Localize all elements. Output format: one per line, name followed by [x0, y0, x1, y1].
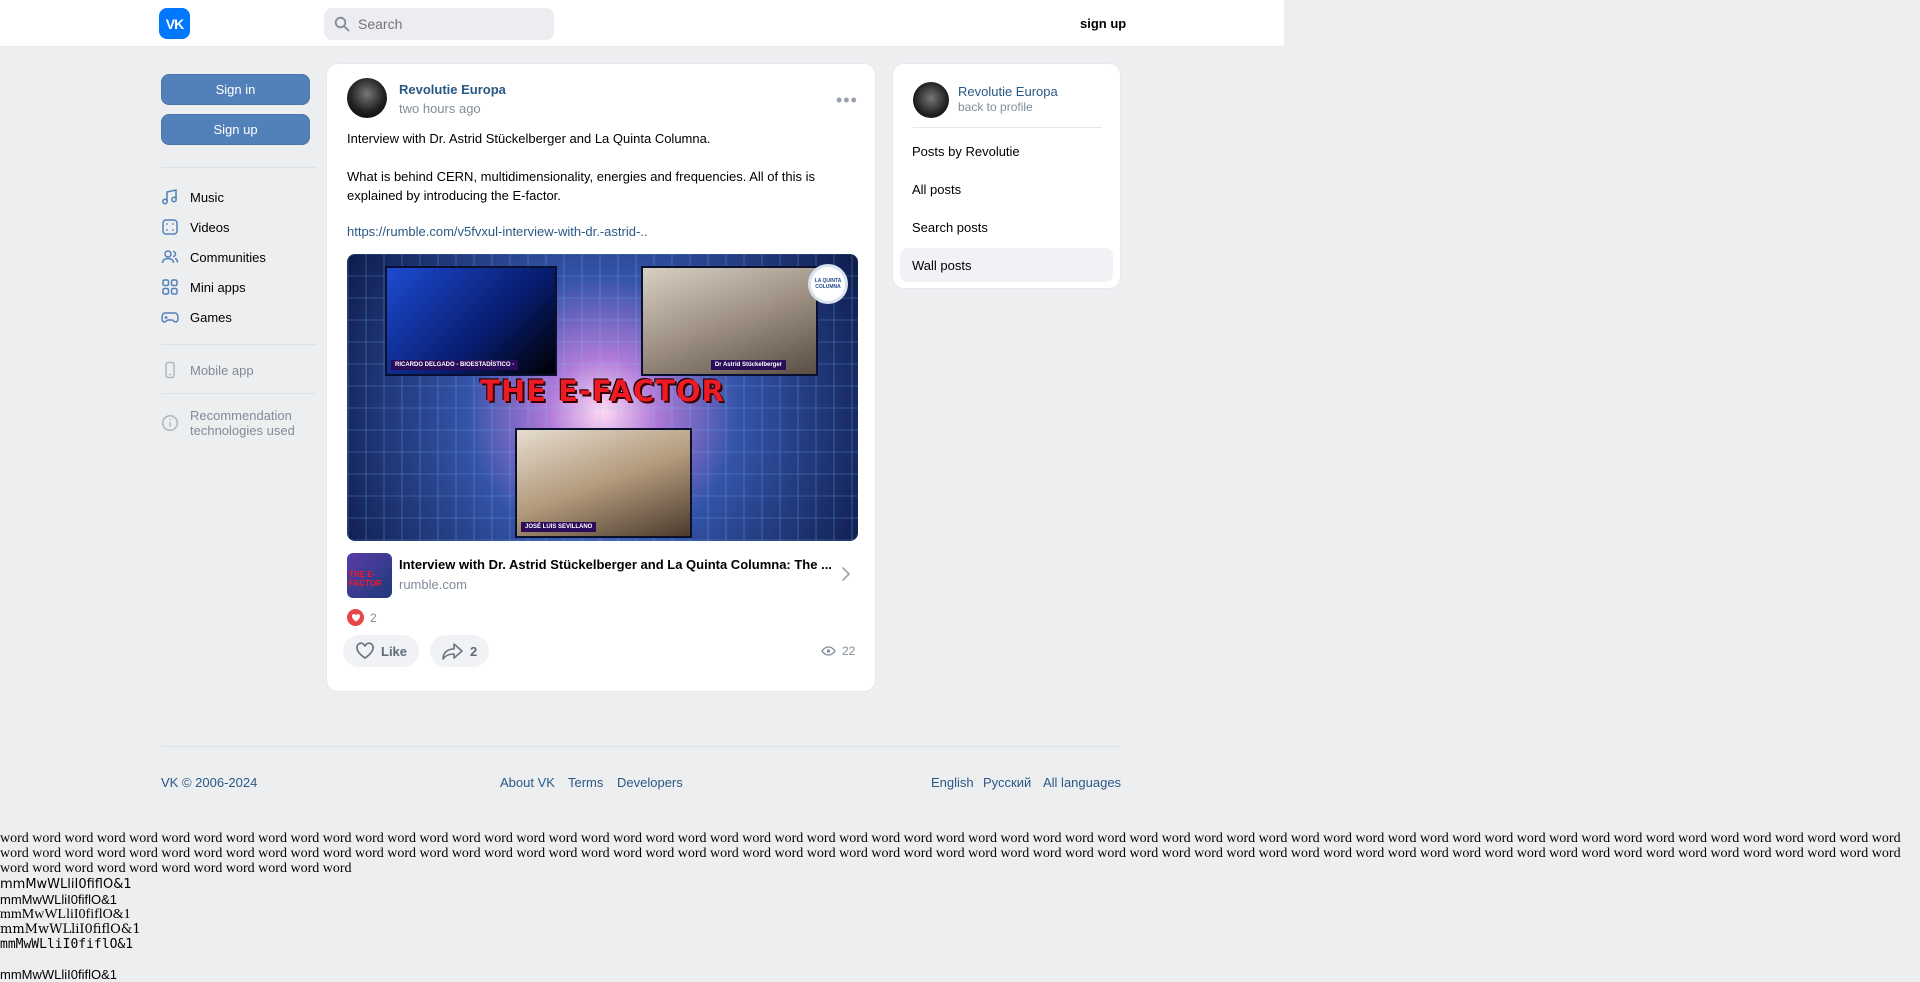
heart-icon	[356, 642, 374, 660]
font-sample: mmMwWLliI0fiflO&1	[0, 907, 131, 922]
search-box[interactable]	[324, 8, 554, 40]
footer-developers-link[interactable]: Developers	[617, 775, 683, 790]
search-input[interactable]	[358, 16, 538, 32]
signup-link[interactable]: sign up	[1080, 16, 1126, 31]
sidebar-item-label: Communities	[190, 249, 266, 265]
post-paragraph: What is behind CERN, multidimensionality…	[347, 169, 815, 203]
gamepad-icon	[161, 312, 179, 323]
footer-about-link[interactable]: About VK	[500, 775, 555, 790]
sidebar-item-music[interactable]: Music	[161, 188, 224, 206]
mini-apps-icon	[162, 279, 178, 295]
views-counter: 22	[821, 644, 855, 658]
font-sample: mmMwWLliI0fiflO&1	[0, 967, 118, 982]
profile-name[interactable]: Revolutie Europa	[958, 84, 1058, 99]
video-icon	[162, 219, 178, 235]
communities-icon	[161, 250, 179, 264]
footer-all-languages-link[interactable]: All languages	[1043, 775, 1121, 790]
menu-item-search-posts[interactable]: Search posts	[900, 210, 1113, 244]
sidebar-item-label: Mobile app	[190, 362, 254, 378]
right-panel: Revolutie Europa back to profile Posts b…	[892, 63, 1121, 289]
post-paragraph: Interview with Dr. Astrid Stückelberger …	[347, 131, 711, 146]
post-author[interactable]: Revolutie Europa	[399, 82, 506, 97]
video-tile: Dr Astrid Stückelberger	[641, 266, 818, 376]
measure-words: word word word word word word word word …	[0, 831, 1901, 876]
eye-icon	[821, 646, 836, 656]
sign-up-button[interactable]: Sign up	[161, 114, 310, 145]
link-preview[interactable]: THE E-FACTOR Interview with Dr. Astrid S…	[347, 553, 858, 598]
video-tile: RICARDO DELGADO - BIOESTADÍSTICO -	[385, 266, 557, 376]
heart-reaction-icon	[347, 609, 364, 626]
link-thumbnail: THE E-FACTOR	[347, 553, 392, 598]
font-sample: mmMwWLliI0fiflO&1	[0, 892, 118, 907]
font-sample: mmMwWLliI0fiflO&1	[0, 937, 134, 952]
top-header: VK sign up	[0, 0, 1284, 47]
search-icon	[334, 16, 350, 32]
video-caption: JOSÉ LUIS SEVILLANO	[521, 522, 597, 532]
vk-logo[interactable]: VK	[159, 8, 190, 39]
sidebar-divider	[161, 393, 316, 394]
author-avatar[interactable]	[347, 78, 387, 118]
font-sample: mmMwWLliI0fiflO&1	[0, 877, 132, 892]
video-caption: RICARDO DELGADO - BIOESTADÍSTICO -	[391, 360, 519, 370]
sidebar-item-label: Games	[190, 309, 232, 325]
post-text: Interview with Dr. Astrid Stückelberger …	[347, 129, 847, 224]
sidebar-item-mobile-app[interactable]: Mobile app	[161, 361, 254, 379]
music-icon	[162, 189, 177, 205]
post-card: Revolutie Europa two hours ago ••• Inter…	[326, 63, 876, 692]
sidebar-item-videos[interactable]: Videos	[161, 218, 230, 236]
info-icon	[161, 414, 179, 432]
footer-terms-link[interactable]: Terms	[568, 775, 603, 790]
sidebar-item-recommendation[interactable]: Recommendation technologies used	[161, 408, 295, 438]
media-headline: THE E-FACTOR	[480, 374, 725, 408]
like-label: Like	[381, 643, 408, 659]
panel-divider	[913, 127, 1102, 128]
phone-icon	[165, 361, 175, 379]
video-tile: JOSÉ LUIS SEVILLANO	[515, 428, 692, 538]
like-button[interactable]: Like	[343, 635, 420, 667]
profile-avatar[interactable]	[913, 82, 949, 118]
sidebar-divider	[161, 344, 316, 345]
share-count: 2	[470, 643, 478, 659]
footer-russian-link[interactable]: Русский	[983, 775, 1031, 790]
font-sample: mmMwWLliI0fiflO&1	[0, 922, 141, 937]
menu-item-wall-posts[interactable]: Wall posts	[900, 248, 1113, 282]
sidebar-item-label: Mini apps	[190, 279, 246, 295]
footer-english-link[interactable]: English	[931, 775, 974, 790]
footer-copyright: VK © 2006-2024	[161, 775, 258, 790]
thumb-text: THE E-FACTOR	[349, 570, 382, 588]
sidebar-item-label: Videos	[190, 219, 230, 235]
chevron-right-icon	[842, 567, 851, 581]
channel-logo: LA QUINTA COLUMNA	[808, 264, 848, 304]
post-media-image[interactable]: RICARDO DELGADO - BIOESTADÍSTICO - Dr As…	[347, 254, 858, 541]
video-caption: Dr Astrid Stückelberger	[710, 360, 786, 370]
footer-divider	[161, 746, 1121, 747]
menu-item-posts-by[interactable]: Posts by Revolutie	[900, 134, 1113, 168]
more-options-icon[interactable]: •••	[836, 90, 858, 111]
share-icon	[442, 643, 463, 660]
sign-in-button[interactable]: Sign in	[161, 74, 310, 105]
reactions-summary[interactable]: 2	[347, 609, 377, 626]
recommendation-text: Recommendation technologies used	[190, 408, 295, 438]
post-link[interactable]: https://rumble.com/v5fvxul-interview-wit…	[347, 224, 648, 239]
link-title: Interview with Dr. Astrid Stückelberger …	[399, 557, 832, 572]
sidebar-item-label: Music	[190, 189, 224, 205]
sidebar-item-games[interactable]: Games	[161, 308, 232, 326]
menu-item-all-posts[interactable]: All posts	[900, 172, 1113, 206]
sidebar-divider	[161, 167, 316, 168]
link-domain: rumble.com	[399, 577, 467, 592]
share-button[interactable]: 2	[430, 635, 490, 667]
views-count: 22	[842, 644, 856, 658]
sidebar-item-communities[interactable]: Communities	[161, 248, 266, 266]
reactions-count: 2	[370, 610, 377, 625]
recommendation-line: technologies used	[190, 423, 295, 438]
back-to-profile-link[interactable]: back to profile	[958, 100, 1033, 114]
post-time[interactable]: two hours ago	[399, 101, 481, 116]
recommendation-line: Recommendation	[190, 408, 292, 423]
sidebar-item-mini-apps[interactable]: Mini apps	[161, 278, 246, 296]
